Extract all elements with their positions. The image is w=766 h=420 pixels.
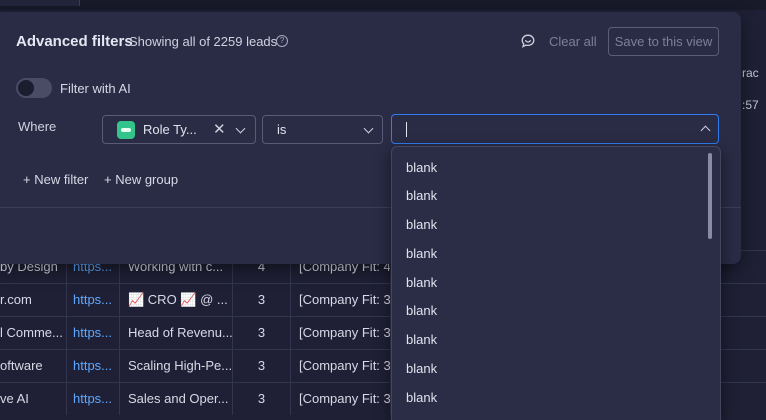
save-to-view-button[interactable]: Save to this view (608, 27, 719, 56)
column-header-fragment: rac (742, 66, 759, 80)
chevron-down-icon (363, 123, 374, 134)
empty-cell[interactable] (720, 284, 766, 316)
feedback-chat-icon[interactable] (520, 33, 536, 49)
score-cell[interactable]: 3 (233, 317, 291, 349)
dropdown-option[interactable]: blank (406, 188, 437, 208)
fit-cell[interactable]: [Company Fit: 3 (291, 317, 391, 349)
empty-cell[interactable] (720, 317, 766, 349)
score-cell[interactable]: 3 (233, 383, 291, 415)
chevron-down-icon (235, 123, 246, 134)
fit-cell[interactable]: [Company Fit: 3 (291, 383, 391, 415)
board-top-bar (0, 0, 766, 10)
condition-select[interactable]: is (262, 115, 383, 144)
panel-title: Advanced filters (16, 33, 133, 50)
filter-with-ai-toggle[interactable] (16, 78, 52, 98)
company-cell[interactable]: oftware (0, 350, 67, 382)
fit-cell[interactable]: [Company Fit: 3 (291, 350, 391, 382)
value-options-dropdown: blank blank blank blank blank blank blan… (391, 146, 721, 420)
dropdown-option[interactable]: blank (406, 217, 437, 237)
company-cell[interactable]: r.com (0, 284, 67, 316)
dropdown-scrollbar[interactable] (708, 153, 712, 239)
empty-cell[interactable] (720, 350, 766, 382)
clear-all-button[interactable]: Clear all (549, 34, 597, 49)
leads-count-text: Showing all of 2259 leads (129, 34, 278, 49)
url-cell[interactable]: https... (67, 284, 120, 316)
company-cell[interactable]: ve AI (0, 383, 67, 415)
fit-cell[interactable]: [Company Fit: 3 (291, 284, 391, 316)
dropdown-option[interactable]: blank (406, 160, 437, 180)
new-group-button[interactable]: + New group (104, 172, 178, 187)
status-column-icon (117, 121, 135, 139)
dropdown-option[interactable]: blank (406, 390, 437, 410)
condition-select-value: is (277, 122, 287, 137)
dropdown-option[interactable]: blank (406, 303, 437, 323)
help-circle-icon[interactable]: ? (276, 35, 288, 47)
toggle-knob (18, 80, 34, 96)
score-cell[interactable]: 3 (233, 350, 291, 382)
score-cell[interactable]: 3 (233, 284, 291, 316)
headline-cell[interactable]: Head of Revenu... (120, 317, 233, 349)
dropdown-option[interactable]: blank (406, 246, 437, 266)
column-select-value: Role Ty... (143, 122, 197, 137)
empty-cell[interactable] (720, 383, 766, 415)
chevron-up-icon (700, 125, 711, 136)
headline-cell[interactable]: Scaling High-Pe... (120, 350, 233, 382)
new-filter-button[interactable]: + New filter (23, 172, 88, 187)
url-cell[interactable]: https... (67, 383, 120, 415)
headline-cell[interactable]: Sales and Oper... (120, 383, 233, 415)
cell-fragment: :57 (742, 98, 759, 112)
dropdown-option[interactable]: blank (406, 332, 437, 352)
filter-with-ai-label: Filter with AI (60, 81, 131, 96)
dropdown-option[interactable]: blank (406, 275, 437, 295)
company-cell[interactable]: l Comme... (0, 317, 67, 349)
headline-cell[interactable]: 📈 CRO 📈 @ ... (120, 284, 233, 316)
where-label: Where (18, 119, 57, 134)
url-cell[interactable]: https... (67, 350, 120, 382)
board-tab[interactable] (0, 0, 80, 6)
close-icon[interactable]: ✕ (213, 120, 226, 138)
dropdown-option[interactable]: blank (406, 361, 437, 381)
column-select[interactable]: Role Ty... ✕ (102, 115, 256, 144)
url-cell[interactable]: https... (67, 317, 120, 349)
value-select[interactable] (391, 114, 719, 144)
text-caret (406, 122, 407, 137)
